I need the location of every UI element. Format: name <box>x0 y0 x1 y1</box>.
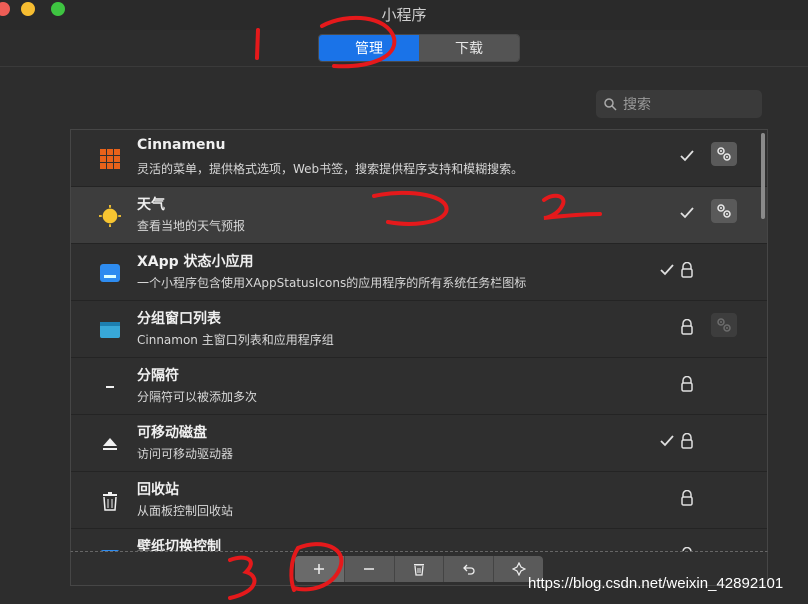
xapp-status-icon <box>99 262 121 284</box>
annotation-number-2-gesture <box>372 190 449 226</box>
window-list-icon <box>99 319 121 341</box>
gears-icon <box>717 204 731 218</box>
list-item[interactable]: XApp 状态小应用一个小程序包含使用XAppStatusIcons的应用程序的… <box>71 244 767 301</box>
lock-icon <box>680 432 694 453</box>
annotation-circle-manage <box>320 15 397 69</box>
uninstall-icon <box>413 564 424 576</box>
applet-title: XApp 状态小应用 <box>137 254 254 270</box>
tab-download[interactable]: 下载 <box>419 35 519 61</box>
uninstall-button[interactable] <box>395 556 445 582</box>
lock-icon <box>680 318 694 339</box>
scrollbar[interactable] <box>761 133 765 219</box>
lock-icon <box>680 489 694 510</box>
enabled-check-icon <box>659 433 675 452</box>
gears-icon <box>717 318 731 332</box>
watermark: https://blog.csdn.net/weixin_42892101 <box>528 575 784 592</box>
applet-title: 天气 <box>137 197 165 213</box>
search-placeholder: 搜索 <box>623 97 651 113</box>
list-item[interactable]: 回收站从面板控制回收站 <box>71 472 767 529</box>
list-item[interactable]: 分隔符分隔符可以被添加多次 <box>71 358 767 415</box>
title-bar: 小程序 <box>0 0 808 30</box>
search-icon <box>604 97 617 111</box>
grid-menu-icon <box>99 148 121 170</box>
window-title: 小程序 <box>381 6 427 24</box>
enabled-check-icon <box>659 262 675 281</box>
undo-icon <box>462 564 475 575</box>
applet-description: Cinnamon 主窗口列表和应用程序组 <box>137 333 334 347</box>
lock-icon <box>680 261 694 282</box>
extra-icon <box>511 562 526 576</box>
list-item[interactable]: 分组窗口列表 Cinnamon 主窗口列表和应用程序组 <box>71 301 767 358</box>
enabled-check-icon <box>679 148 695 167</box>
annotation-number-1 <box>255 28 260 60</box>
search-input[interactable]: 搜索 <box>596 90 762 118</box>
trash-icon <box>99 490 121 512</box>
enabled-check-icon <box>679 205 695 224</box>
applet-title: 分隔符 <box>137 368 179 384</box>
applet-title: 分组窗口列表 <box>137 311 221 327</box>
applet-description: 分隔符可以被添加多次 <box>137 390 258 404</box>
annotation-number-3 <box>228 555 257 600</box>
applet-title: 可移动磁盘 <box>137 425 207 441</box>
list-item[interactable]: 壁纸切换控制 <box>71 529 767 552</box>
applet-title: Cinnamenu <box>137 137 226 153</box>
applet-title: 回收站 <box>137 482 179 498</box>
header-divider <box>0 66 808 67</box>
annotation-number-2 <box>542 193 602 220</box>
applet-description: 从面板控制回收站 <box>137 504 234 518</box>
separator-icon <box>99 376 121 398</box>
eject-icon <box>99 433 121 455</box>
configure-button[interactable] <box>711 199 737 223</box>
applet-description: 灵活的菜单，提供格式选项，Web书签，搜索提供程序支持和模糊搜索。 <box>137 162 524 176</box>
remove-icon <box>364 568 375 570</box>
configure-button[interactable] <box>711 313 737 337</box>
list-item[interactable]: 可移动磁盘访问可移动驱动器 <box>71 415 767 472</box>
undo-button[interactable] <box>444 556 495 582</box>
list-item[interactable]: Cinnamenu 灵活的菜单，提供格式选项，Web书签，搜索提供程序支持和模糊搜… <box>71 130 767 187</box>
applet-description: 一个小程序包含使用XAppStatusIcons的应用程序的所有系统任务栏图标 <box>137 276 527 290</box>
gears-icon <box>717 147 731 161</box>
applet-description: 查看当地的天气预报 <box>137 219 246 233</box>
configure-button[interactable] <box>711 142 737 166</box>
applet-description: 访问可移动驱动器 <box>137 447 234 461</box>
remove-button[interactable] <box>345 556 395 582</box>
annotation-circle-add <box>289 542 344 592</box>
sun-icon <box>99 205 121 227</box>
lock-icon <box>680 375 694 396</box>
